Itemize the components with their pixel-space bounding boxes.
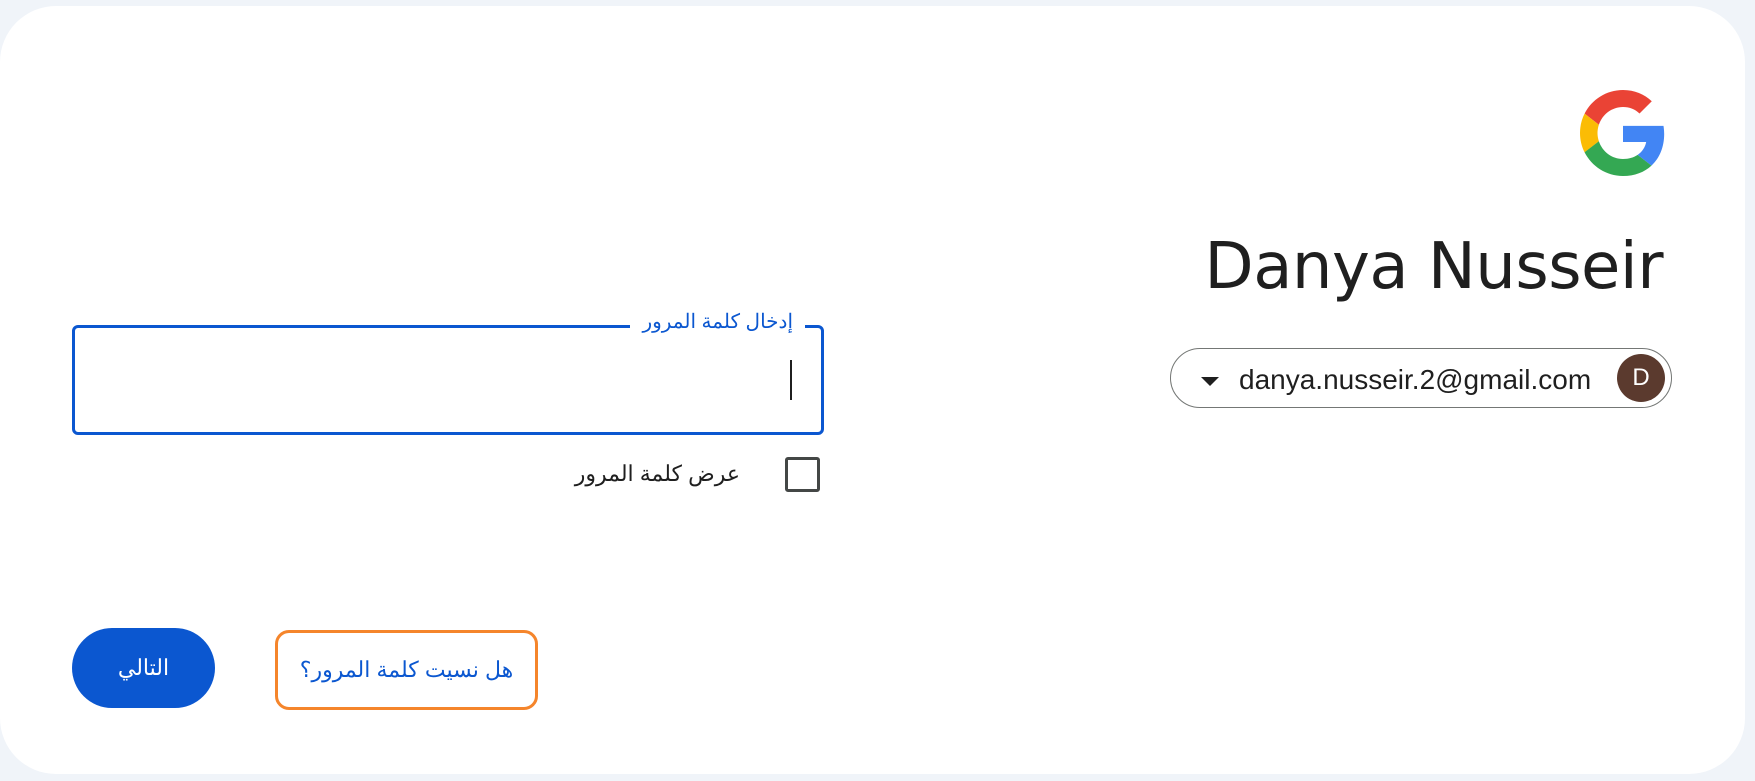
sign-in-card: Danya Nusseir danya.nusseir.2@gmail.com … (0, 6, 1745, 774)
password-input[interactable] (83, 342, 787, 416)
next-button[interactable]: التالي (72, 628, 215, 708)
forgot-password-link[interactable]: هل نسيت كلمة المرور؟ (275, 630, 538, 710)
show-password-row[interactable]: عرض كلمة المرور (560, 456, 820, 496)
password-field[interactable]: إدخال كلمة المرور (72, 309, 824, 435)
account-chooser-chip[interactable]: danya.nusseir.2@gmail.com D (1170, 348, 1672, 408)
account-display-name: Danya Nusseir (1204, 230, 1663, 304)
google-logo-icon (1580, 90, 1665, 176)
chevron-down-icon (1201, 377, 1219, 386)
password-field-label: إدخال كلمة المرور (630, 309, 805, 334)
account-email: danya.nusseir.2@gmail.com (1239, 364, 1592, 395)
text-cursor (790, 360, 792, 400)
show-password-checkbox[interactable] (785, 457, 820, 492)
show-password-label: عرض كلمة المرور (574, 461, 740, 486)
avatar: D (1617, 354, 1665, 402)
